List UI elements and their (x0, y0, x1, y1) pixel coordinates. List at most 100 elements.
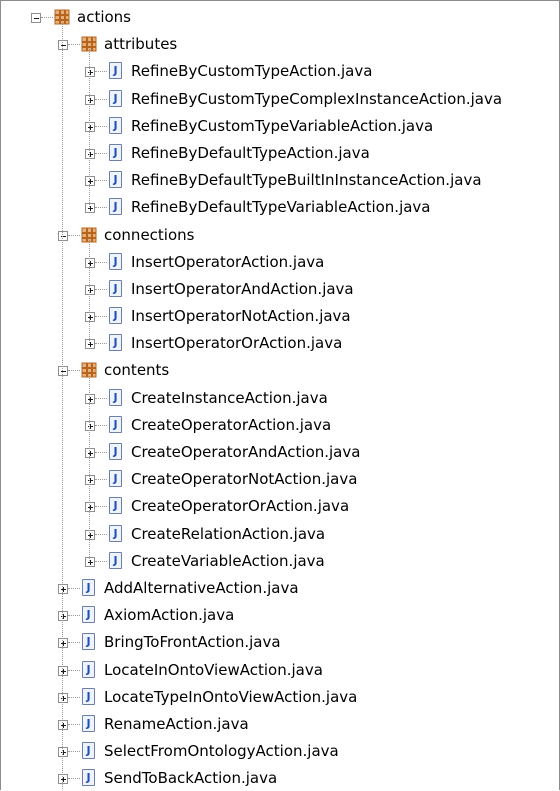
tree-item-file[interactable]: J InsertOperatorOrAction.java (1, 332, 559, 359)
java-file-icon: J (82, 606, 95, 624)
file-label: LocateTypeInOntoViewAction.java (104, 687, 358, 706)
expand-toggle-icon[interactable] (85, 121, 95, 132)
expand-toggle-icon[interactable] (85, 502, 95, 513)
java-file-icon-glyph: J (113, 390, 118, 404)
java-file-icon-glyph: J (113, 118, 118, 132)
tree-item-file[interactable]: J AxiomAction.java (1, 604, 559, 631)
expand-toggle-icon[interactable] (85, 284, 95, 295)
tree-item-file[interactable]: J CreateOperatorNotAction.java (1, 468, 559, 495)
expand-toggle-icon[interactable] (58, 611, 68, 622)
java-file-icon: J (109, 143, 122, 161)
expand-toggle-icon[interactable] (58, 719, 68, 730)
java-file-icon: J (109, 524, 122, 542)
java-file-icon-glyph: J (86, 635, 91, 649)
expand-toggle-icon[interactable] (85, 257, 95, 268)
expand-toggle-icon[interactable] (58, 638, 68, 649)
file-label: CreateOperatorNotAction.java (131, 470, 358, 489)
file-label: AddAlternativeAction.java (104, 578, 299, 597)
java-file-icon-glyph: J (113, 145, 118, 159)
java-file-icon: J (109, 470, 122, 488)
tree-item-file[interactable]: J InsertOperatorAction.java (1, 251, 559, 278)
java-file-icon-glyph: J (86, 744, 91, 758)
tree-item-file[interactable]: J SendToBackAction.java (1, 767, 559, 790)
file-label: RefineByDefaultTypeAction.java (131, 143, 370, 162)
java-file-icon: J (109, 252, 122, 270)
file-label: CreateInstanceAction.java (131, 388, 328, 407)
java-file-icon-glyph: J (113, 499, 118, 513)
java-file-icon: J (82, 687, 95, 705)
tree-item-file[interactable]: J RefineByDefaultTypeAction.java (1, 142, 559, 169)
expand-toggle-icon[interactable] (58, 583, 68, 594)
tree-item-file[interactable]: J LocateTypeInOntoViewAction.java (1, 686, 559, 713)
package-label: actions (77, 8, 131, 26)
expand-toggle-icon[interactable] (85, 94, 95, 105)
tree-item-file[interactable]: J RefineByCustomTypeVariableAction.java (1, 115, 559, 142)
tree-item-file[interactable]: J CreateRelationAction.java (1, 523, 559, 550)
expand-toggle-icon[interactable] (85, 148, 95, 159)
java-file-icon-glyph: J (113, 336, 118, 350)
file-label: CreateOperatorAction.java (131, 415, 332, 434)
tree-item-package[interactable]: attributes (1, 33, 559, 60)
expand-toggle-icon[interactable] (85, 312, 95, 323)
expand-toggle-icon[interactable] (58, 692, 68, 703)
tree-item-file[interactable]: J CreateVariableAction.java (1, 550, 559, 577)
file-label: InsertOperatorAndAction.java (131, 279, 354, 298)
java-file-icon: J (109, 443, 122, 460)
file-label: CreateOperatorAndAction.java (131, 443, 361, 461)
collapse-toggle-icon[interactable] (31, 13, 41, 23)
expand-toggle-icon[interactable] (85, 393, 95, 404)
java-file-icon-glyph: J (113, 281, 118, 295)
java-file-icon: J (82, 633, 95, 651)
package-label: connections (104, 225, 195, 244)
java-file-icon: J (109, 497, 122, 515)
expand-toggle-icon[interactable] (85, 420, 95, 431)
java-file-icon: J (109, 89, 122, 107)
tree-item-file[interactable]: J RefineByCustomTypeComplexInstanceAction… (1, 88, 559, 115)
tree-item-file[interactable]: J RenameAction.java (1, 713, 559, 740)
file-label: CreateVariableAction.java (131, 551, 325, 570)
expand-toggle-icon[interactable] (58, 747, 68, 758)
tree-item-file[interactable]: J SelectFromOntologyAction.java (1, 740, 559, 767)
tree-item-file[interactable]: J LocateInOntoViewAction.java (1, 659, 559, 686)
collapse-toggle-icon[interactable] (58, 230, 68, 241)
tree-item-root-package[interactable]: actions (1, 6, 559, 33)
tree-item-file[interactable]: J CreateOperatorAndAction.java (1, 441, 559, 468)
file-label: RefineByDefaultTypeBuiltInInstanceAction… (131, 171, 482, 190)
tree-item-file[interactable]: J InsertOperatorAndAction.java (1, 278, 559, 305)
tree-item-file[interactable]: J RefineByCustomTypeAction.java (1, 60, 559, 87)
java-file-icon: J (109, 334, 122, 352)
java-file-icon: J (109, 198, 122, 216)
java-file-icon: J (82, 578, 95, 596)
tree-item-file[interactable]: J RefineByDefaultTypeVariableAction.java (1, 196, 559, 223)
java-file-icon-glyph: J (86, 716, 91, 730)
expand-toggle-icon[interactable] (85, 176, 95, 187)
tree-item-file[interactable]: J CreateOperatorOrAction.java (1, 495, 559, 522)
expand-toggle-icon[interactable] (85, 203, 95, 214)
file-label: AxiomAction.java (104, 606, 235, 625)
expand-toggle-icon[interactable] (85, 475, 95, 486)
expand-toggle-icon[interactable] (85, 448, 95, 458)
java-file-icon-glyph: J (86, 580, 91, 594)
tree-item-file[interactable]: J CreateOperatorAction.java (1, 414, 559, 441)
file-label: RefineByCustomTypeComplexInstanceAction.… (131, 89, 503, 108)
tree-item-package[interactable]: contents (1, 359, 559, 386)
tree-item-file[interactable]: J RefineByDefaultTypeBuiltInInstanceActio… (1, 169, 559, 196)
tree-item-file[interactable]: J AddAlternativeAction.java (1, 577, 559, 604)
file-label: SelectFromOntologyAction.java (104, 742, 339, 761)
java-file-icon-glyph: J (113, 553, 118, 567)
expand-toggle-icon[interactable] (85, 556, 95, 567)
tree-item-package[interactable]: connections (1, 224, 559, 251)
tree-item-file[interactable]: J CreateInstanceAction.java (1, 387, 559, 414)
collapse-toggle-icon[interactable] (58, 366, 68, 377)
tree-item-file[interactable]: J BringToFrontAction.java (1, 631, 559, 658)
java-file-icon-glyph: J (113, 309, 118, 323)
collapse-toggle-icon[interactable] (58, 40, 68, 51)
expand-toggle-icon[interactable] (58, 665, 68, 676)
java-file-icon: J (82, 769, 95, 787)
expand-toggle-icon[interactable] (85, 529, 95, 540)
expand-toggle-icon[interactable] (85, 67, 95, 78)
java-file-icon-glyph: J (86, 771, 91, 785)
expand-toggle-icon[interactable] (58, 774, 68, 785)
tree-item-file[interactable]: J InsertOperatorNotAction.java (1, 305, 559, 332)
expand-toggle-icon[interactable] (85, 339, 95, 350)
